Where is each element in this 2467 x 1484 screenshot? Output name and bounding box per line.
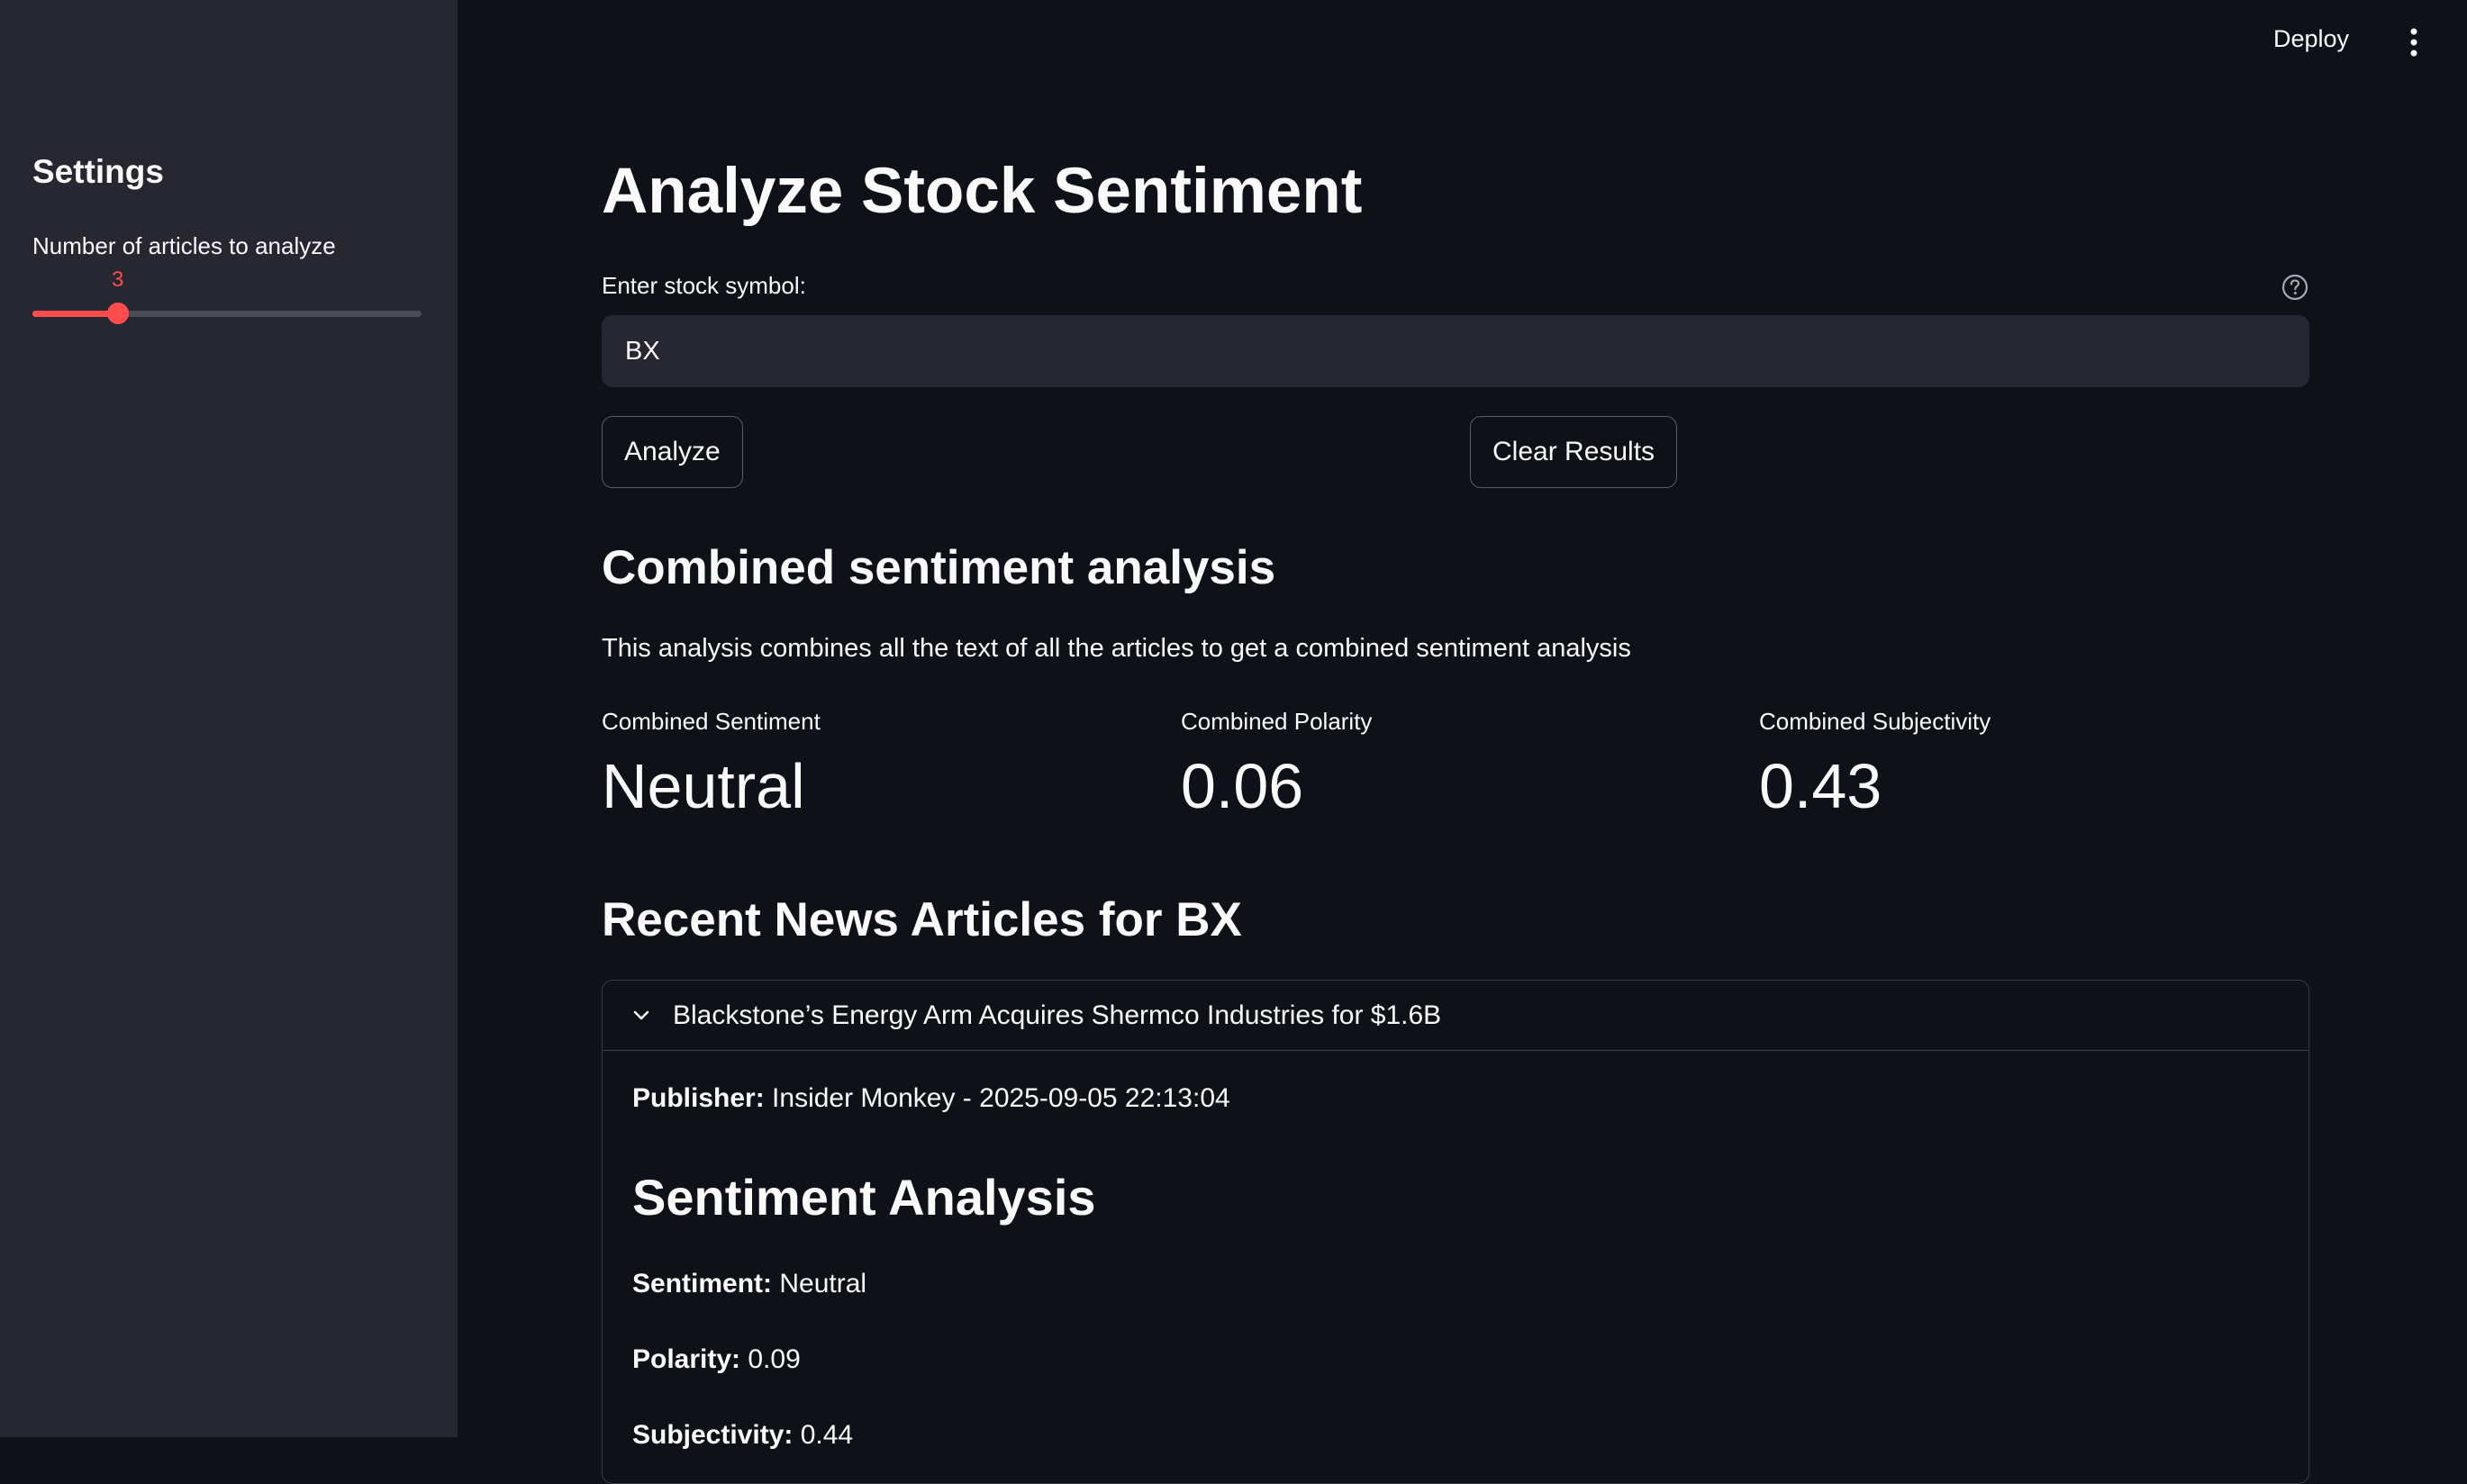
slider-label: Number of articles to analyze bbox=[32, 232, 336, 259]
metric-value: 0.06 bbox=[1181, 751, 1304, 821]
sentiment-value: Neutral bbox=[779, 1269, 867, 1298]
metric-label: Combined Sentiment bbox=[602, 708, 821, 735]
combined-description: This analysis combines all the text of a… bbox=[602, 634, 1631, 663]
vertical-ellipsis-icon bbox=[2410, 28, 2417, 57]
metric-label: Combined Polarity bbox=[1181, 708, 1373, 735]
sentiment-label: Sentiment: bbox=[632, 1269, 773, 1298]
article-title: Blackstone’s Energy Arm Acquires Shermco… bbox=[673, 1000, 1442, 1030]
article-expander-header[interactable]: Blackstone’s Energy Arm Acquires Shermco… bbox=[603, 981, 2308, 1051]
metric-subjectivity: Combined Subjectivity 0.43 bbox=[1759, 708, 2299, 822]
clear-results-button[interactable]: Clear Results bbox=[1470, 416, 1678, 488]
news-heading: Recent News Articles for BX bbox=[602, 893, 1242, 946]
page-title: Analyze Stock Sentiment bbox=[602, 156, 1363, 227]
articles-slider[interactable] bbox=[32, 303, 422, 324]
metric-value: Neutral bbox=[602, 751, 805, 821]
chevron-down-icon bbox=[633, 1010, 649, 1019]
metric-value: 0.43 bbox=[1759, 751, 1882, 821]
combined-heading: Combined sentiment analysis bbox=[602, 541, 1276, 594]
article-expander: Blackstone’s Energy Arm Acquires Shermco… bbox=[602, 980, 2309, 1484]
main-menu-button[interactable] bbox=[2403, 27, 2425, 58]
metric-sentiment: Combined Sentiment Neutral bbox=[602, 708, 1142, 822]
metric-label: Combined Subjectivity bbox=[1759, 708, 1991, 735]
analyze-button[interactable]: Analyze bbox=[602, 416, 743, 488]
article-subjectivity: Subjectivity: 0.44 bbox=[632, 1420, 853, 1451]
publisher-line: Publisher: Insider Monkey - 2025-09-05 2… bbox=[632, 1083, 1230, 1114]
sidebar-title: Settings bbox=[32, 153, 164, 190]
stock-symbol-label: Enter stock symbol: bbox=[602, 272, 806, 299]
metric-polarity: Combined Polarity 0.06 bbox=[1181, 708, 1721, 822]
subjectivity-value: 0.44 bbox=[800, 1420, 854, 1450]
polarity-label: Polarity: bbox=[632, 1344, 741, 1374]
subjectivity-label: Subjectivity: bbox=[632, 1420, 794, 1450]
polarity-value: 0.09 bbox=[748, 1344, 801, 1374]
publisher-value: Insider Monkey - 2025-09-05 22:13:04 bbox=[772, 1083, 1230, 1113]
sidebar: Settings Number of articles to analyze 3 bbox=[0, 0, 458, 1437]
article-sentiment: Sentiment: Neutral bbox=[632, 1269, 866, 1299]
sentiment-analysis-heading: Sentiment Analysis bbox=[632, 1169, 1096, 1226]
publisher-label: Publisher: bbox=[632, 1083, 765, 1113]
slider-thumb[interactable] bbox=[107, 303, 129, 324]
deploy-button[interactable]: Deploy bbox=[2273, 25, 2349, 53]
question-circle-icon[interactable] bbox=[2281, 273, 2309, 302]
article-polarity: Polarity: 0.09 bbox=[632, 1344, 801, 1375]
slider-fill bbox=[32, 311, 118, 317]
slider-value: 3 bbox=[112, 267, 124, 292]
stock-symbol-input[interactable] bbox=[602, 315, 2309, 387]
